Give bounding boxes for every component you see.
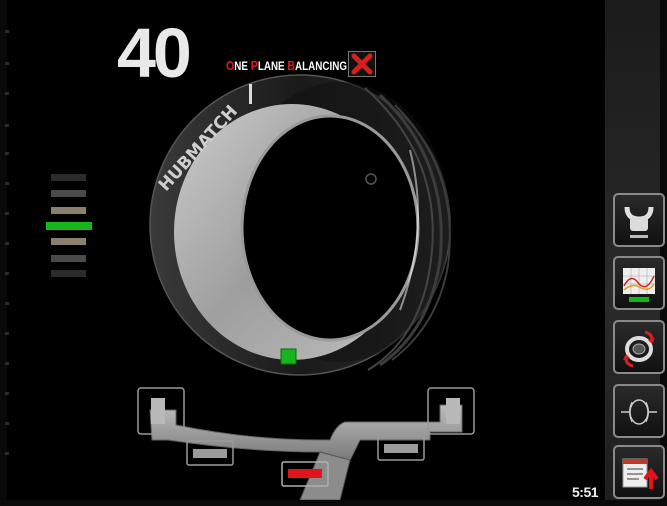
title-rest: ALANCING [295, 58, 347, 73]
position-bar [51, 190, 86, 197]
bottom-frame [0, 500, 667, 506]
title-rest: NE [234, 58, 248, 73]
close-mode-button[interactable] [348, 51, 376, 77]
wheel-centering-button[interactable] [613, 384, 665, 438]
rotate-wheel-button[interactable] [613, 320, 665, 374]
rotate-wheel-icon [623, 330, 655, 368]
report-export-icon [622, 458, 659, 489]
balancing-weights-button[interactable] [613, 193, 665, 247]
centering-icon [621, 399, 657, 425]
position-bar [51, 270, 86, 277]
graph-icon [623, 268, 655, 302]
title-cap: O [226, 57, 235, 73]
active-weight [288, 469, 322, 478]
valve-marker [249, 84, 252, 104]
position-bar-active [46, 222, 92, 230]
wheel-position-marker [280, 348, 297, 365]
clip-weight-icon [624, 206, 654, 238]
clock: 5:51 [572, 484, 599, 500]
optimization-graph-button[interactable] [613, 256, 665, 310]
position-bar [51, 255, 86, 262]
balancer-screen: HUBMATCH 40 ONE PLANE BALANCING 5:51 [0, 0, 667, 506]
position-bar [51, 174, 86, 181]
title-cap: P [250, 57, 258, 73]
report-export-button[interactable] [613, 445, 665, 499]
position-bar [51, 207, 86, 214]
title-rest: LANE [257, 58, 285, 73]
wheel-illustration: HUBMATCH [137, 74, 475, 500]
position-bar [51, 238, 86, 245]
close-icon [351, 53, 373, 75]
weight-value: 40 [117, 14, 192, 92]
